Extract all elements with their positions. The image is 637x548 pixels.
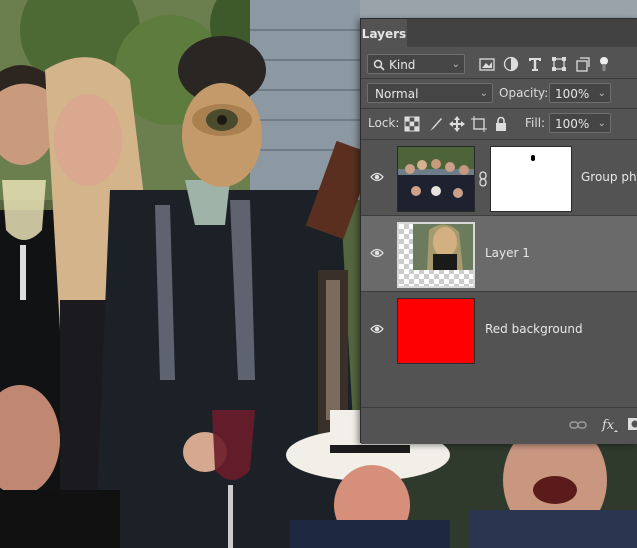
- search-icon: [373, 59, 385, 71]
- visibility-toggle[interactable]: [361, 292, 393, 368]
- layer-row-layer-1[interactable]: Layer 1: [361, 215, 637, 291]
- layer-thumbnail: [397, 146, 475, 212]
- panel-footer: fx: [361, 407, 637, 444]
- smart-object-filter-icon[interactable]: [575, 56, 591, 72]
- visibility-toggle[interactable]: [361, 216, 393, 292]
- chevron-down-icon: ⌄: [451, 59, 460, 70]
- visibility-toggle[interactable]: [361, 140, 393, 216]
- fill-field[interactable]: 100% ⌄: [549, 113, 611, 133]
- opacity-value: 100%: [555, 87, 590, 101]
- layers-panel: Layers Kind ⌄ Normal ⌄ Opacity: 100% ⌄ L…: [360, 18, 637, 444]
- lock-image-pixels-icon[interactable]: [427, 116, 443, 132]
- filter-toggle-icon[interactable]: [599, 56, 609, 72]
- opacity-label: Opacity:: [499, 86, 549, 100]
- lock-artboard-icon[interactable]: [471, 116, 487, 132]
- pixel-layer-filter-icon[interactable]: [479, 56, 495, 72]
- face-cutout-thumbnail: [413, 224, 473, 270]
- layer-row-red-background[interactable]: Red background: [361, 291, 637, 367]
- panel-tab-bar: Layers: [361, 19, 637, 47]
- layer-name[interactable]: Layer 1: [485, 246, 530, 260]
- layer-thumbnail: [397, 298, 475, 364]
- layer-mask-thumbnail[interactable]: [490, 146, 572, 212]
- photo-thumbnail: [398, 147, 474, 211]
- layer-name[interactable]: Group pho: [581, 170, 637, 184]
- chain-link-icon[interactable]: [478, 171, 488, 187]
- adjustment-layer-filter-icon[interactable]: [503, 56, 519, 72]
- mask-icon[interactable]: [627, 417, 637, 432]
- tab-layers[interactable]: Layers: [361, 19, 407, 47]
- fill-label: Fill:: [525, 116, 546, 130]
- filter-row: Kind ⌄: [361, 52, 637, 78]
- lock-label: Lock:: [368, 116, 400, 130]
- mask-mark: [531, 155, 535, 161]
- lock-row: Lock: Fill: 100% ⌄: [361, 111, 637, 137]
- lock-position-icon[interactable]: [449, 116, 465, 132]
- lock-all-icon[interactable]: [493, 116, 509, 132]
- fx-icon[interactable]: fx: [601, 416, 619, 434]
- lock-transparent-pixels-icon[interactable]: [404, 116, 420, 132]
- eye-icon: [370, 172, 384, 182]
- eye-icon: [370, 324, 384, 334]
- svg-text:fx: fx: [601, 418, 615, 433]
- opacity-field[interactable]: 100% ⌄: [549, 83, 611, 103]
- filter-kind-dropdown[interactable]: Kind ⌄: [367, 54, 465, 74]
- chevron-down-icon: ⌄: [479, 88, 488, 99]
- layer-name[interactable]: Red background: [485, 322, 583, 336]
- filter-kind-value: Kind: [389, 58, 416, 72]
- blend-row: Normal ⌄ Opacity: 100% ⌄: [361, 81, 637, 107]
- chevron-down-icon: ⌄: [597, 118, 606, 129]
- chevron-down-icon: ⌄: [597, 88, 606, 99]
- fill-value: 100%: [555, 117, 590, 131]
- link-icon[interactable]: [569, 418, 587, 432]
- layer-row-group-photo[interactable]: Group pho: [361, 139, 637, 215]
- blend-mode-dropdown[interactable]: Normal ⌄: [367, 83, 493, 103]
- shape-layer-filter-icon[interactable]: [551, 56, 567, 72]
- layer-thumbnail: [397, 222, 475, 288]
- blend-mode-value: Normal: [375, 87, 419, 101]
- eye-icon: [370, 248, 384, 258]
- type-layer-filter-icon[interactable]: [527, 56, 543, 72]
